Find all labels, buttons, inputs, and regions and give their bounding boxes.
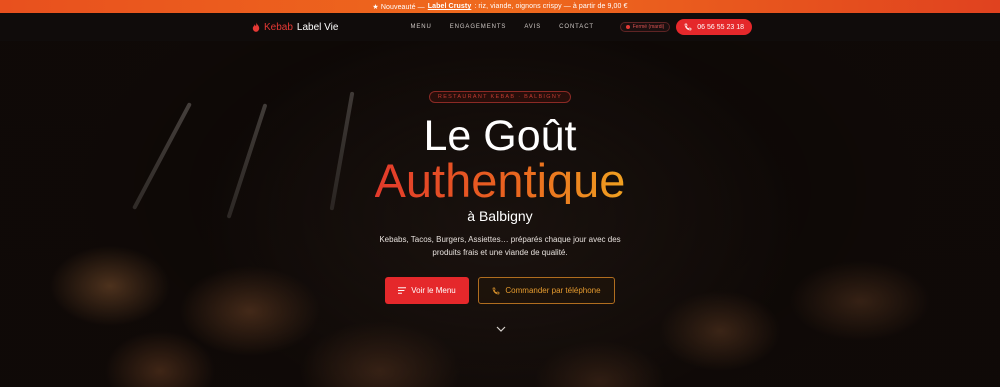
hero-section: RESTAURANT KEBAB · BALBIGNY Le Goût Auth…	[0, 41, 1000, 387]
nav-link-avis[interactable]: AVIS	[524, 24, 541, 30]
view-menu-button[interactable]: Voir le Menu	[385, 277, 469, 304]
nav-right: Fermé (mardi) 06 56 55 23 18	[619, 19, 752, 35]
view-menu-label: Voir le Menu	[411, 286, 456, 295]
announcement-prefix: ★ Nouveauté —	[372, 3, 425, 11]
nav-link-contact[interactable]: CONTACT	[559, 24, 594, 30]
phone-outline-icon	[493, 287, 500, 294]
announcement-link[interactable]: Label Crusty	[428, 3, 472, 10]
nav-link-engagements[interactable]: ENGAGEMENTS	[450, 24, 507, 30]
brand-name-white: Label Vie	[296, 21, 339, 33]
flame-icon	[252, 22, 260, 32]
hero-subtitle: à Balbigny	[467, 208, 533, 224]
announcement-suffix: : riz, viande, oignons crispy — à partir…	[474, 3, 628, 10]
hero-content: RESTAURANT KEBAB · BALBIGNY Le Goût Auth…	[0, 41, 1000, 387]
chevron-down-icon[interactable]	[496, 325, 506, 333]
nav-link-menu[interactable]: MENU	[410, 24, 431, 30]
order-by-phone-label: Commander par téléphone	[505, 286, 601, 295]
status-badge: Fermé (mardi)	[619, 22, 671, 32]
phone-button[interactable]: 06 56 55 23 18	[676, 19, 752, 35]
hero-cta-group: Voir le Menu Commander par téléphone	[385, 277, 615, 304]
phone-icon	[684, 23, 692, 31]
nav-menu: MENU ENGAGEMENTS AVIS CONTACT	[410, 24, 594, 30]
status-text: Fermé (mardi)	[632, 24, 665, 30]
navbar: Kebab Label Vie MENU ENGAGEMENTS AVIS CO…	[0, 13, 1000, 41]
menu-lines-icon	[398, 287, 407, 294]
brand-name-red: Kebab	[264, 21, 293, 33]
phone-number: 06 56 55 23 18	[697, 23, 744, 31]
order-by-phone-button[interactable]: Commander par téléphone	[478, 277, 615, 304]
hero-title-line2: Authentique	[374, 154, 626, 207]
hero-title-line1: Le Goût	[423, 112, 577, 160]
hero-description: Kebabs, Tacos, Burgers, Assiettes… prépa…	[379, 235, 621, 257]
announcement-bar: ★ Nouveauté — Label Crusty : riz, viande…	[0, 0, 1000, 13]
hero-badge: RESTAURANT KEBAB · BALBIGNY	[428, 91, 572, 103]
status-dot	[625, 25, 630, 29]
logo[interactable]: Kebab Label Vie	[252, 22, 338, 33]
